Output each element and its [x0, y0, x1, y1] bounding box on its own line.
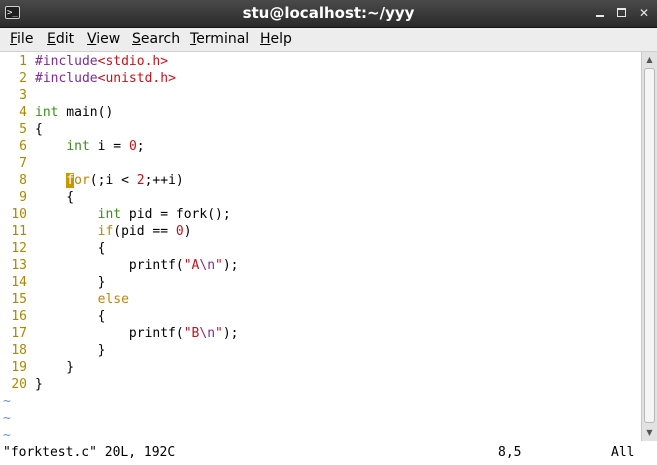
line-number: 18: [11, 343, 27, 358]
text-cursor: f: [66, 173, 75, 188]
menu-terminal[interactable]: Terminal: [190, 31, 249, 47]
line-number: 2: [19, 71, 27, 86]
title-bar[interactable]: >_ stu@localhost:~/yyy ✕: [0, 0, 657, 28]
line-number: 14: [11, 275, 27, 290]
code-line: 4 int main(): [0, 104, 113, 121]
cursor-position: 8,5: [498, 445, 522, 460]
line-number: 1: [19, 54, 27, 69]
vim-status-line: "forktest.c" 20L, 192C 8,5 All: [0, 441, 657, 465]
line-number: 13: [11, 258, 27, 273]
minimize-button[interactable]: [592, 5, 608, 21]
window-title: stu@localhost:~/yyy: [242, 4, 415, 22]
code-line: 8 for(;i < 2;++i): [0, 172, 184, 189]
maximize-button[interactable]: [614, 5, 630, 21]
menu-view[interactable]: View: [87, 31, 120, 47]
close-icon: ✕: [638, 6, 650, 20]
line-number: 19: [11, 360, 27, 375]
code-line: 9 {: [0, 189, 74, 206]
empty-line-marker: ~: [3, 394, 11, 409]
code-line: 10 int pid = fork();: [0, 206, 230, 223]
scroll-down-arrow-icon[interactable]: ▼: [642, 427, 657, 439]
terminal-window: >_ stu@localhost:~/yyy ✕ File Edit View …: [0, 0, 657, 465]
code-line: 14 }: [0, 274, 105, 291]
code-line: 15 else: [0, 291, 129, 308]
code-line: 17 printf("B\n");: [0, 325, 238, 342]
line-number: 15: [11, 292, 27, 307]
line-number: 4: [19, 105, 27, 120]
code-line: 19 }: [0, 359, 74, 376]
line-number: 17: [11, 326, 27, 341]
code-line: 3: [0, 87, 35, 104]
line-number: 16: [11, 309, 27, 324]
menu-file[interactable]: File: [10, 31, 33, 47]
line-number: 5: [19, 122, 27, 137]
close-button[interactable]: ✕: [636, 5, 652, 21]
maximize-icon: [617, 8, 626, 17]
empty-line-marker: ~: [3, 411, 11, 426]
code-line: 2 #include<unistd.h>: [0, 70, 176, 87]
minimize-icon: [596, 15, 604, 17]
scroll-thumb[interactable]: [644, 68, 655, 423]
line-number: 20: [11, 377, 27, 392]
menu-bar: File Edit View Search Terminal Help: [0, 28, 657, 52]
line-number: 3: [19, 88, 27, 103]
line-number: 10: [11, 207, 27, 222]
empty-line-marker: ~: [3, 428, 11, 441]
code-line: 5{: [0, 121, 43, 138]
line-number: 9: [19, 190, 27, 205]
scroll-up-arrow-icon[interactable]: ▲: [642, 54, 657, 66]
code-line: 18 }: [0, 342, 105, 359]
line-number: 6: [19, 139, 27, 154]
menu-edit[interactable]: Edit: [47, 31, 74, 47]
menu-search[interactable]: Search: [132, 31, 180, 47]
code-line: 12 {: [0, 240, 105, 257]
line-number: 12: [11, 241, 27, 256]
code-line: 1 #include<stdio.h>: [0, 53, 168, 70]
code-line: 11 if(pid == 0): [0, 223, 191, 240]
line-number: 8: [19, 173, 27, 188]
line-number: 11: [11, 224, 27, 239]
menu-help[interactable]: Help: [260, 31, 292, 47]
code-line: 16 {: [0, 308, 105, 325]
code-line: 6 int i = 0;: [0, 138, 144, 155]
file-info: "forktest.c" 20L, 192C: [3, 445, 176, 460]
vertical-scrollbar[interactable]: ▲ ▼: [641, 52, 657, 441]
view-position: All: [611, 445, 635, 460]
code-line: 7: [0, 155, 35, 172]
code-line: 13 printf("A\n");: [0, 257, 238, 274]
line-number: 7: [19, 156, 27, 171]
vim-editor[interactable]: 1 #include<stdio.h> 2 #include<unistd.h> 3…: [0, 52, 641, 441]
code-line: 20}: [0, 376, 42, 393]
